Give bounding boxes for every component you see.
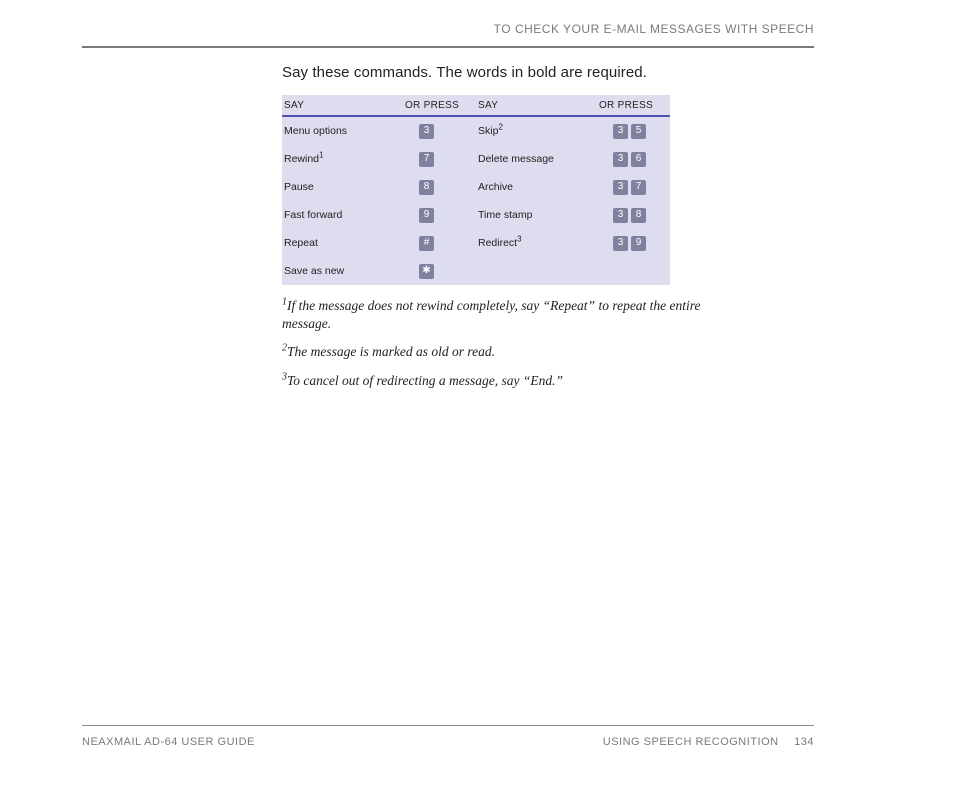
- table-row: Pause 8: [282, 173, 476, 201]
- footnote-1: 1If the message does not rewind complete…: [282, 297, 732, 333]
- header-say: SAY: [478, 100, 586, 111]
- command-say: Delete message: [478, 153, 586, 165]
- key-icon: 3: [613, 208, 628, 223]
- command-say: Archive: [478, 181, 586, 193]
- command-press: 7: [392, 152, 472, 167]
- table-row: Rewind1 7: [282, 145, 476, 173]
- key-icon: 3: [613, 236, 628, 251]
- footer-right: USING SPEECH RECOGNITION 134: [603, 736, 814, 748]
- table-row: Redirect339: [476, 229, 670, 257]
- intro-text: Say these commands. The words in bold ar…: [282, 64, 729, 81]
- header-press: OR PRESS: [586, 100, 666, 111]
- footer-left: NEAXMAIL AD-64 USER GUIDE: [82, 736, 603, 748]
- command-column-right: SAY OR PRESS Skip235Delete message36Arch…: [476, 95, 670, 285]
- command-press: 35: [586, 124, 666, 139]
- key-icon: 8: [419, 180, 434, 195]
- command-sup: 2: [498, 123, 502, 132]
- command-say: Menu options: [284, 125, 392, 137]
- column-header: SAY OR PRESS: [476, 95, 670, 117]
- command-say: Redirect3: [478, 237, 586, 249]
- footnote-text: The message is marked as old or read.: [287, 344, 495, 359]
- command-press: 39: [586, 236, 666, 251]
- command-sup: 1: [319, 151, 323, 160]
- footer-page-number: 134: [794, 736, 814, 748]
- command-table: SAY OR PRESS Menu options 3 Rewind1 7 Pause 8…: [282, 95, 670, 285]
- command-press: ✱: [392, 264, 472, 279]
- footnote-2: 2The message is marked as old or read.: [282, 343, 732, 361]
- header-say: SAY: [284, 100, 392, 111]
- key-icon: 9: [419, 208, 434, 223]
- command-say: Skip2: [478, 125, 586, 137]
- footnote-text: To cancel out of redirecting a message, …: [287, 373, 563, 388]
- command-press: #: [392, 236, 472, 251]
- key-icon: 5: [631, 124, 646, 139]
- key-icon: 3: [613, 152, 628, 167]
- key-icon: 3: [419, 124, 434, 139]
- footnotes: 1If the message does not rewind complete…: [282, 297, 732, 390]
- command-say: Pause: [284, 181, 392, 193]
- key-icon: 3: [613, 180, 628, 195]
- column-header: SAY OR PRESS: [282, 95, 476, 117]
- command-press: 3: [392, 124, 472, 139]
- key-icon: ✱: [419, 264, 434, 279]
- command-say: Fast forward: [284, 209, 392, 221]
- footer-rule: [82, 725, 814, 726]
- key-icon: 6: [631, 152, 646, 167]
- footer-section: USING SPEECH RECOGNITION: [603, 736, 779, 748]
- table-row: Delete message36: [476, 145, 670, 173]
- footnote-3: 3To cancel out of redirecting a message,…: [282, 372, 732, 390]
- command-press: 38: [586, 208, 666, 223]
- section-header: TO CHECK YOUR E-MAIL MESSAGES WITH SPEEC…: [82, 22, 814, 36]
- command-say: Rewind1: [284, 153, 392, 165]
- key-icon: 7: [631, 180, 646, 195]
- key-icon: 7: [419, 152, 434, 167]
- header-rule: [82, 46, 814, 48]
- table-row: Skip235: [476, 117, 670, 145]
- key-icon: #: [419, 236, 434, 251]
- table-row: Menu options 3: [282, 117, 476, 145]
- command-press: 37: [586, 180, 666, 195]
- command-press: 36: [586, 152, 666, 167]
- table-row: Save as new ✱: [282, 257, 476, 285]
- command-say: Save as new: [284, 265, 392, 277]
- table-row: Time stamp38: [476, 201, 670, 229]
- key-icon: 9: [631, 236, 646, 251]
- table-row: Archive37: [476, 173, 670, 201]
- key-icon: 8: [631, 208, 646, 223]
- command-column-left: SAY OR PRESS Menu options 3 Rewind1 7 Pause 8…: [282, 95, 476, 285]
- command-press: 9: [392, 208, 472, 223]
- table-row: Repeat #: [282, 229, 476, 257]
- table-row: Fast forward 9: [282, 201, 476, 229]
- command-say: Time stamp: [478, 209, 586, 221]
- command-sup: 3: [517, 235, 521, 244]
- page-footer: NEAXMAIL AD-64 USER GUIDE USING SPEECH R…: [82, 725, 814, 748]
- command-say: Repeat: [284, 237, 392, 249]
- key-icon: 3: [613, 124, 628, 139]
- header-press: OR PRESS: [392, 100, 472, 111]
- footnote-text: If the message does not rewind completel…: [282, 298, 701, 331]
- command-press: 8: [392, 180, 472, 195]
